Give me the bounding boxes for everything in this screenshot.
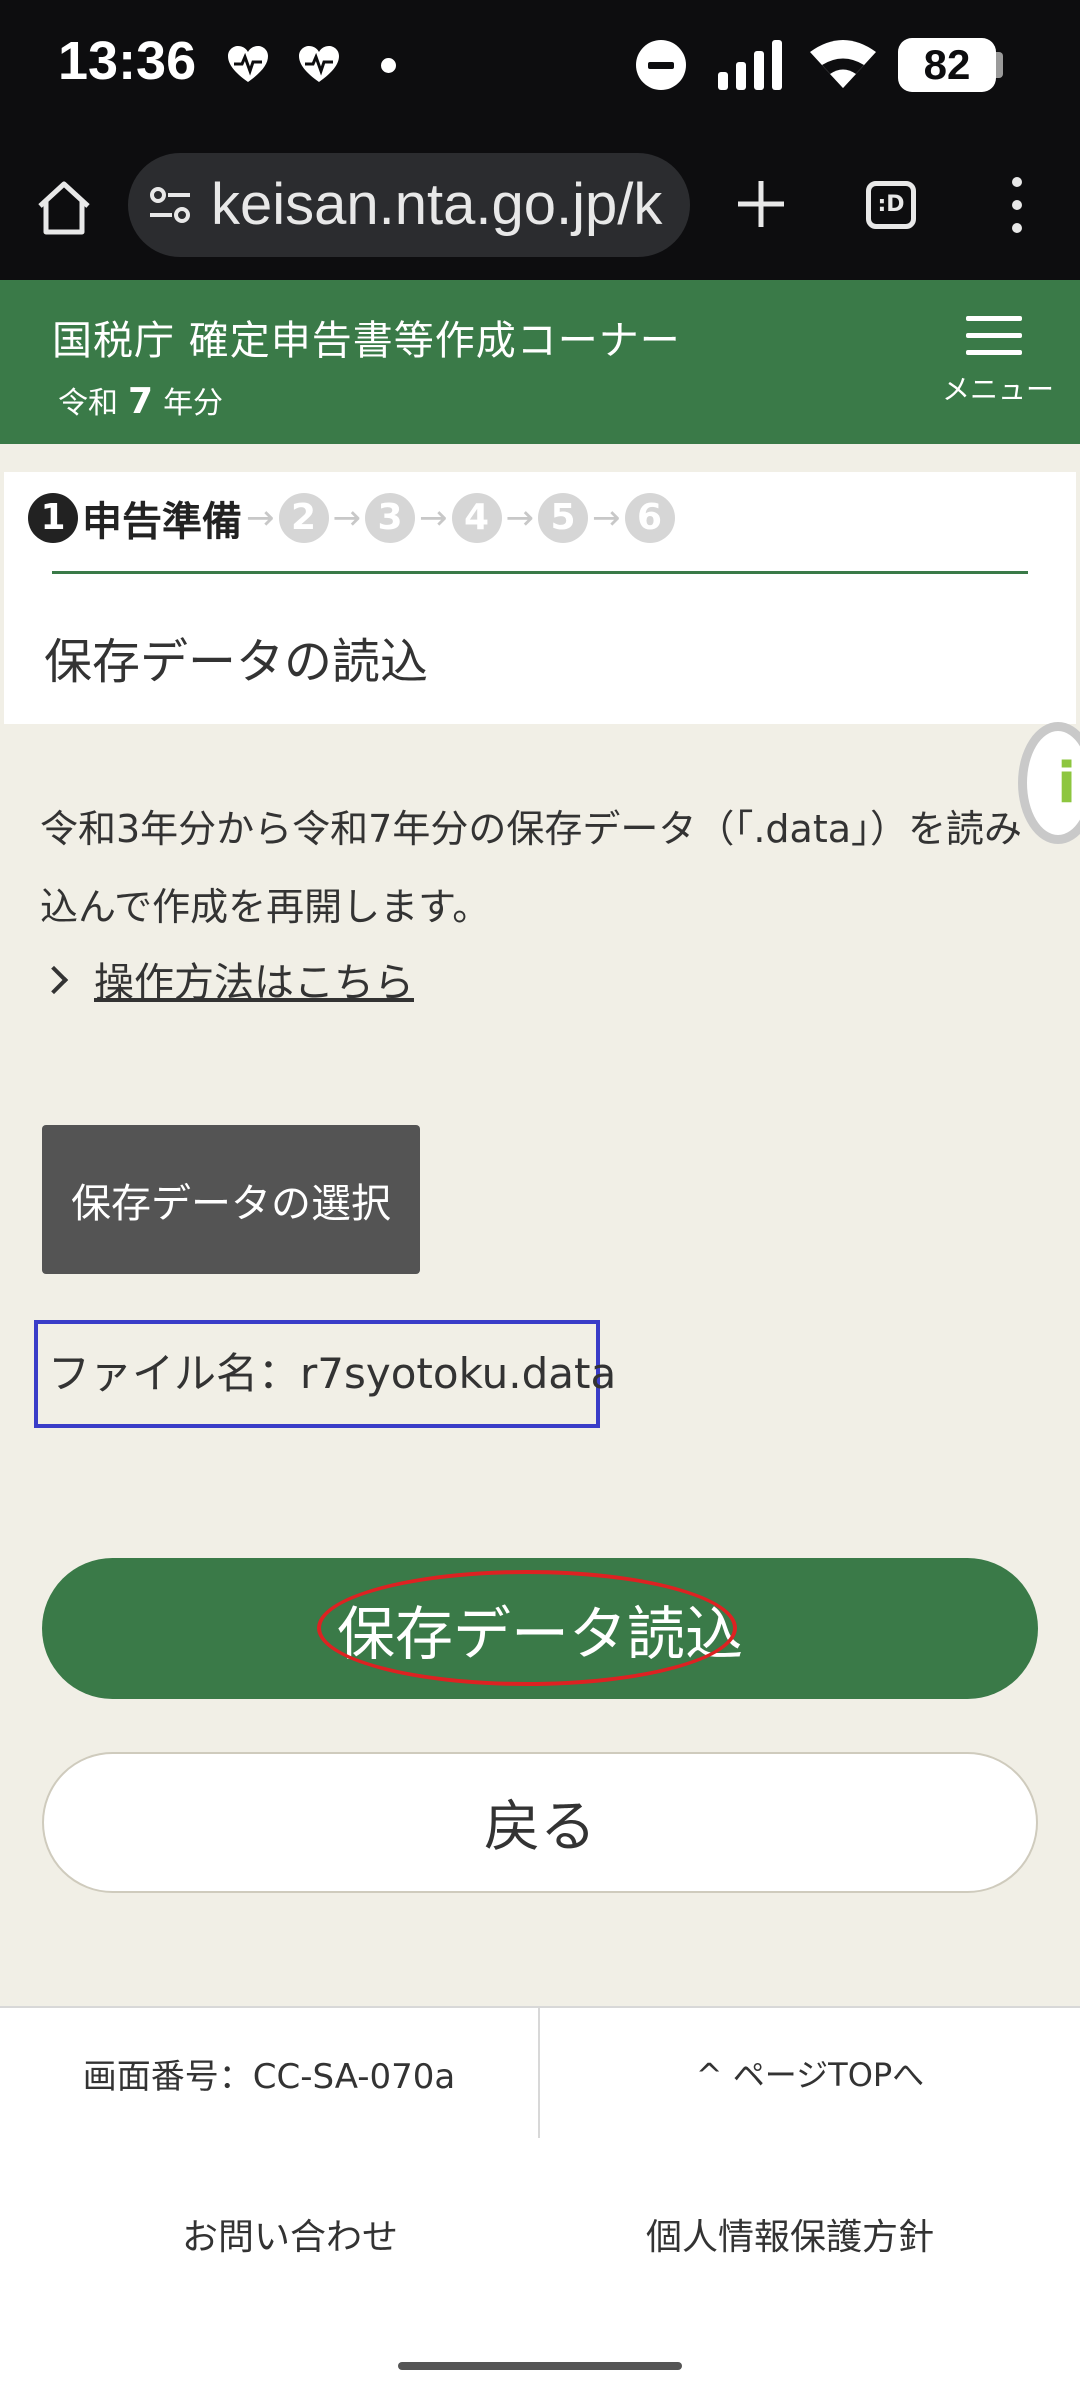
- contact-link[interactable]: お問い合わせ: [0, 2208, 580, 2260]
- page-description: 令和3年分から令和7年分の保存データ（「.data」）を読み込んで作成を再開しま…: [40, 807, 1023, 929]
- arrow-right-icon: →: [246, 498, 275, 538]
- more-menu-icon[interactable]: [1000, 175, 1034, 235]
- status-bar: 13:36 82: [0, 0, 1080, 135]
- tax-year: 令和 7 年分: [58, 378, 223, 422]
- load-data-button[interactable]: 保存データ読込: [42, 1558, 1038, 1699]
- step-1-number: 1: [28, 493, 78, 543]
- step-6-number: 6: [624, 493, 675, 543]
- gesture-home-bar[interactable]: [398, 2362, 682, 2370]
- step-4-number: 4: [451, 493, 502, 543]
- do-not-disturb-icon: [636, 40, 686, 90]
- annotation-ellipse: [317, 1570, 737, 1686]
- back-button[interactable]: 戻る: [42, 1752, 1038, 1893]
- site-title[interactable]: 国税庁 確定申告書等作成コーナー: [52, 308, 681, 366]
- screen-number: 画面番号：CC-SA-070a: [0, 2008, 540, 2138]
- home-icon[interactable]: [34, 178, 94, 238]
- address-bar[interactable]: keisan.nta.go.jp/k: [128, 153, 690, 257]
- howto-link-text[interactable]: 操作方法はこちら: [94, 960, 414, 1006]
- privacy-policy-link[interactable]: 個人情報保護方針: [540, 2208, 1040, 2260]
- wifi-icon: [810, 40, 876, 88]
- arrow-right-icon: →: [505, 498, 535, 538]
- battery-icon: 82: [898, 38, 996, 92]
- step-1-label: 申告準備: [82, 499, 242, 545]
- year-suffix: 年分: [163, 386, 224, 421]
- chevron-right-icon: [39, 965, 69, 995]
- howto-link[interactable]: 操作方法はこちら: [39, 950, 414, 1008]
- arrow-right-icon: →: [419, 498, 448, 538]
- signal-icon: [718, 40, 782, 90]
- selected-filename: ファイル名：r7syotoku.data: [34, 1320, 616, 1428]
- new-tab-icon[interactable]: [732, 175, 790, 233]
- step-indicator: 1 申告準備 → 2 → 3 → 4 → 5 → 6: [28, 488, 675, 548]
- arrow-right-icon: →: [332, 498, 362, 538]
- year-number: 7: [128, 381, 154, 422]
- browser-toolbar: keisan.nta.go.jp/k :D: [0, 135, 1080, 280]
- notification-dot-icon: [381, 58, 396, 73]
- arrow-right-icon: →: [592, 498, 621, 538]
- progress-card: 1 申告準備 → 2 → 3 → 4 → 5 → 6 保存データの読込: [4, 472, 1076, 724]
- step-2-number: 2: [278, 493, 329, 543]
- menu-button[interactable]: メニュー: [936, 316, 1056, 416]
- url-text[interactable]: keisan.nta.go.jp/k: [211, 171, 662, 238]
- menu-label: メニュー: [941, 373, 1054, 406]
- step-divider: [52, 571, 1028, 574]
- heart-pulse-icon: [228, 46, 268, 82]
- step-5-number: 5: [538, 493, 588, 543]
- page-title: 保存データの読込: [44, 634, 429, 690]
- year-prefix: 令和: [58, 386, 118, 421]
- hamburger-icon: [966, 316, 1022, 356]
- battery-tip: [996, 52, 1003, 78]
- step-3-number: 3: [365, 493, 415, 543]
- select-data-button[interactable]: 保存データの選択: [42, 1125, 420, 1274]
- tab-switcher-button[interactable]: :D: [866, 181, 916, 229]
- footer-links: お問い合わせ 個人情報保護方針: [0, 2138, 1080, 2400]
- heart-pulse-icon: [299, 46, 339, 82]
- status-time: 13:36: [58, 31, 197, 91]
- footer-top: 画面番号：CC-SA-070a ^ ページTOPへ: [0, 2006, 1080, 2140]
- site-settings-icon[interactable]: [148, 185, 192, 225]
- page-top-link[interactable]: ^ ページTOPへ: [540, 2008, 1080, 2138]
- site-header: 国税庁 確定申告書等作成コーナー 令和 7 年分 メニュー: [0, 280, 1080, 444]
